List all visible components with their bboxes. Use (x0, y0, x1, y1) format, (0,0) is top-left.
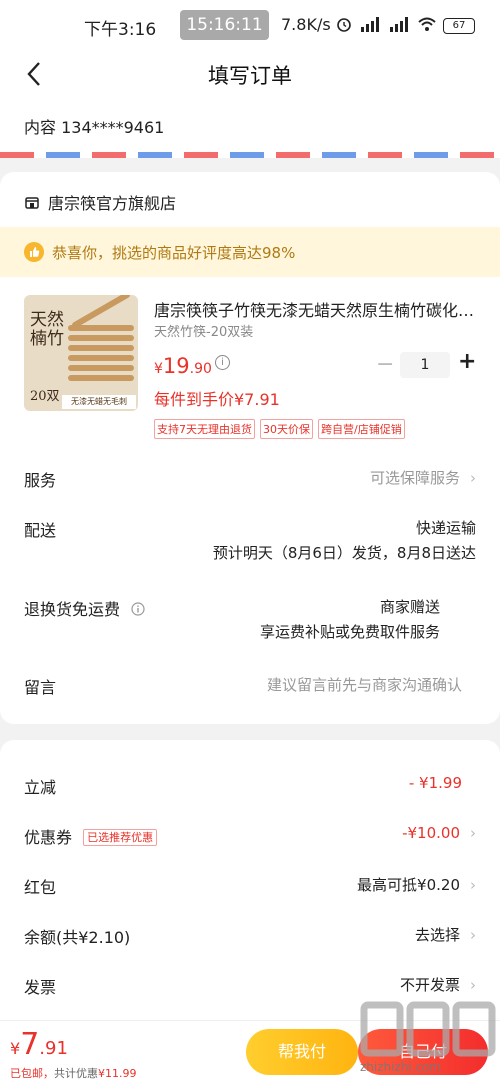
watermark-site: zhizhizhi.com (360, 1060, 442, 1074)
status-icons (336, 16, 437, 32)
invoice-value: 不开发票 › (399, 976, 476, 994)
instant-discount-label: 立减 (24, 778, 57, 797)
tag-return: 支持7天无理由退货 (154, 419, 255, 439)
return-shipping-value: 商家赠送 (379, 598, 440, 616)
product-price: ¥19.90 (154, 354, 212, 378)
discount-card: 立减 - ¥1.99 优惠券 已选推荐优惠 -¥10.00 › 红包 最高可抵¥0… (0, 740, 500, 1040)
nav-bar: 填写订单 (0, 52, 500, 98)
product-image-slogan: 无漆无蜡无毛刺 (62, 395, 136, 409)
store-icon (25, 197, 39, 209)
product-tags: 支持7天无理由退货 30天价保 跨自营/店铺促销 (154, 419, 405, 439)
thumbs-up-icon (24, 242, 44, 262)
chopstick-graphic (68, 365, 134, 371)
delivery-row[interactable]: 配送 快递运输 预计明天（8月6日）发货，8月8日送达 (24, 517, 476, 567)
address-text: 内容 134****9461 (24, 118, 165, 137)
product-image-count: 20双 (30, 389, 60, 404)
tag-promo: 跨自营/店铺促销 (318, 419, 405, 439)
chevron-right-icon: › (470, 976, 476, 994)
tag-price-protect: 30天价保 (260, 419, 313, 439)
return-shipping-note: 享运费补贴或免费取件服务 (259, 623, 440, 641)
invoice-label: 发票 (24, 978, 57, 997)
red-packet-label: 红包 (24, 878, 57, 897)
product-image-label: 天然楠竹 (30, 310, 64, 349)
address-section[interactable]: 内容 134****9461 (0, 98, 500, 158)
network-speed: 7.8K/s (281, 15, 331, 34)
decrease-quantity-button[interactable]: − (376, 352, 394, 377)
chevron-right-icon: › (470, 469, 476, 487)
message-row[interactable]: 留言 建议留言前先与商家沟通确认 (24, 674, 476, 698)
signal-hd-icon (361, 17, 379, 32)
signal-hd-2-icon (390, 17, 408, 32)
unit-price: 每件到手价¥7.91 (154, 390, 280, 409)
product-title[interactable]: 唐宗筷筷子竹筷无漆无蜡天然原生楠竹碳化筷子 (154, 297, 478, 321)
service-label: 服务 (24, 471, 57, 490)
return-shipping-label: 退换货免运费 (24, 596, 145, 620)
screen-recording-timer: 15:16:11 (180, 10, 269, 40)
chevron-right-icon: › (470, 824, 476, 842)
chopstick-graphic (70, 295, 132, 330)
order-card: 唐宗筷官方旗舰店 恭喜你，挑选的商品好评度高达98% 天然楠竹 20双 无漆无蜡… (0, 172, 500, 724)
red-packet-value: 最高可抵¥0.20 › (357, 876, 476, 894)
product-sku[interactable]: 天然竹筷-20双装 (154, 321, 253, 340)
alarm-icon (337, 18, 351, 32)
chopstick-graphic (68, 345, 134, 351)
chopstick-graphic (68, 355, 134, 361)
chopstick-graphic (68, 325, 134, 331)
message-label: 留言 (24, 678, 57, 697)
coupon-badge: 已选推荐优惠 (83, 829, 158, 846)
total-price: ¥7.91 (10, 1027, 68, 1062)
balance-value: 去选择 › (414, 926, 476, 944)
address-stripe (0, 152, 500, 158)
congrats-text: 恭喜你，挑选的商品好评度高达98% (52, 243, 296, 262)
increase-quantity-button[interactable]: + (458, 349, 476, 374)
delivery-value: 快递运输 (415, 519, 476, 537)
chopstick-graphic (68, 375, 134, 381)
help-pay-button[interactable]: 帮我付 (246, 1029, 358, 1075)
battery-icon: 67 (443, 18, 475, 34)
total-note: 已包邮，共计优惠¥11.99 (10, 1067, 137, 1080)
coupon-label: 优惠券 已选推荐优惠 (24, 824, 158, 848)
quantity-value[interactable]: 1 (400, 352, 450, 378)
status-bar: 下午3:16 15:16:11 7.8K/s 67 (0, 0, 500, 52)
delivery-label: 配送 (24, 521, 57, 540)
coupon-value: -¥10.00 › (402, 824, 476, 842)
chevron-right-icon: › (470, 926, 476, 944)
info-icon[interactable]: i (215, 355, 230, 370)
product-image[interactable]: 天然楠竹 20双 无漆无蜡无毛刺 (24, 295, 138, 411)
delivery-note: 预计明天（8月6日）发货，8月8日送达 (212, 544, 476, 562)
congrats-banner: 恭喜你，挑选的商品好评度高达98% (0, 227, 500, 277)
chevron-right-icon: › (470, 876, 476, 894)
shop-name: 唐宗筷官方旗舰店 (48, 194, 177, 213)
chopstick-graphic (68, 335, 134, 341)
page-title: 填写订单 (208, 64, 292, 88)
wifi-icon (418, 17, 436, 31)
return-shipping-row[interactable]: 退换货免运费 商家赠送 享运费补贴或免费取件服务 (24, 596, 476, 646)
info-icon[interactable] (131, 602, 145, 616)
message-input[interactable]: 建议留言前先与商家沟通确认 (267, 674, 462, 695)
status-time: 下午3:16 (84, 20, 157, 40)
instant-discount-value: - ¥1.99 (408, 774, 462, 792)
service-value: 可选保障服务 › (369, 469, 476, 487)
service-row[interactable]: 服务 可选保障服务 › (24, 467, 476, 491)
shop-row[interactable]: 唐宗筷官方旗舰店 (24, 190, 176, 214)
balance-label: 余额(共¥2.10) (24, 928, 131, 947)
